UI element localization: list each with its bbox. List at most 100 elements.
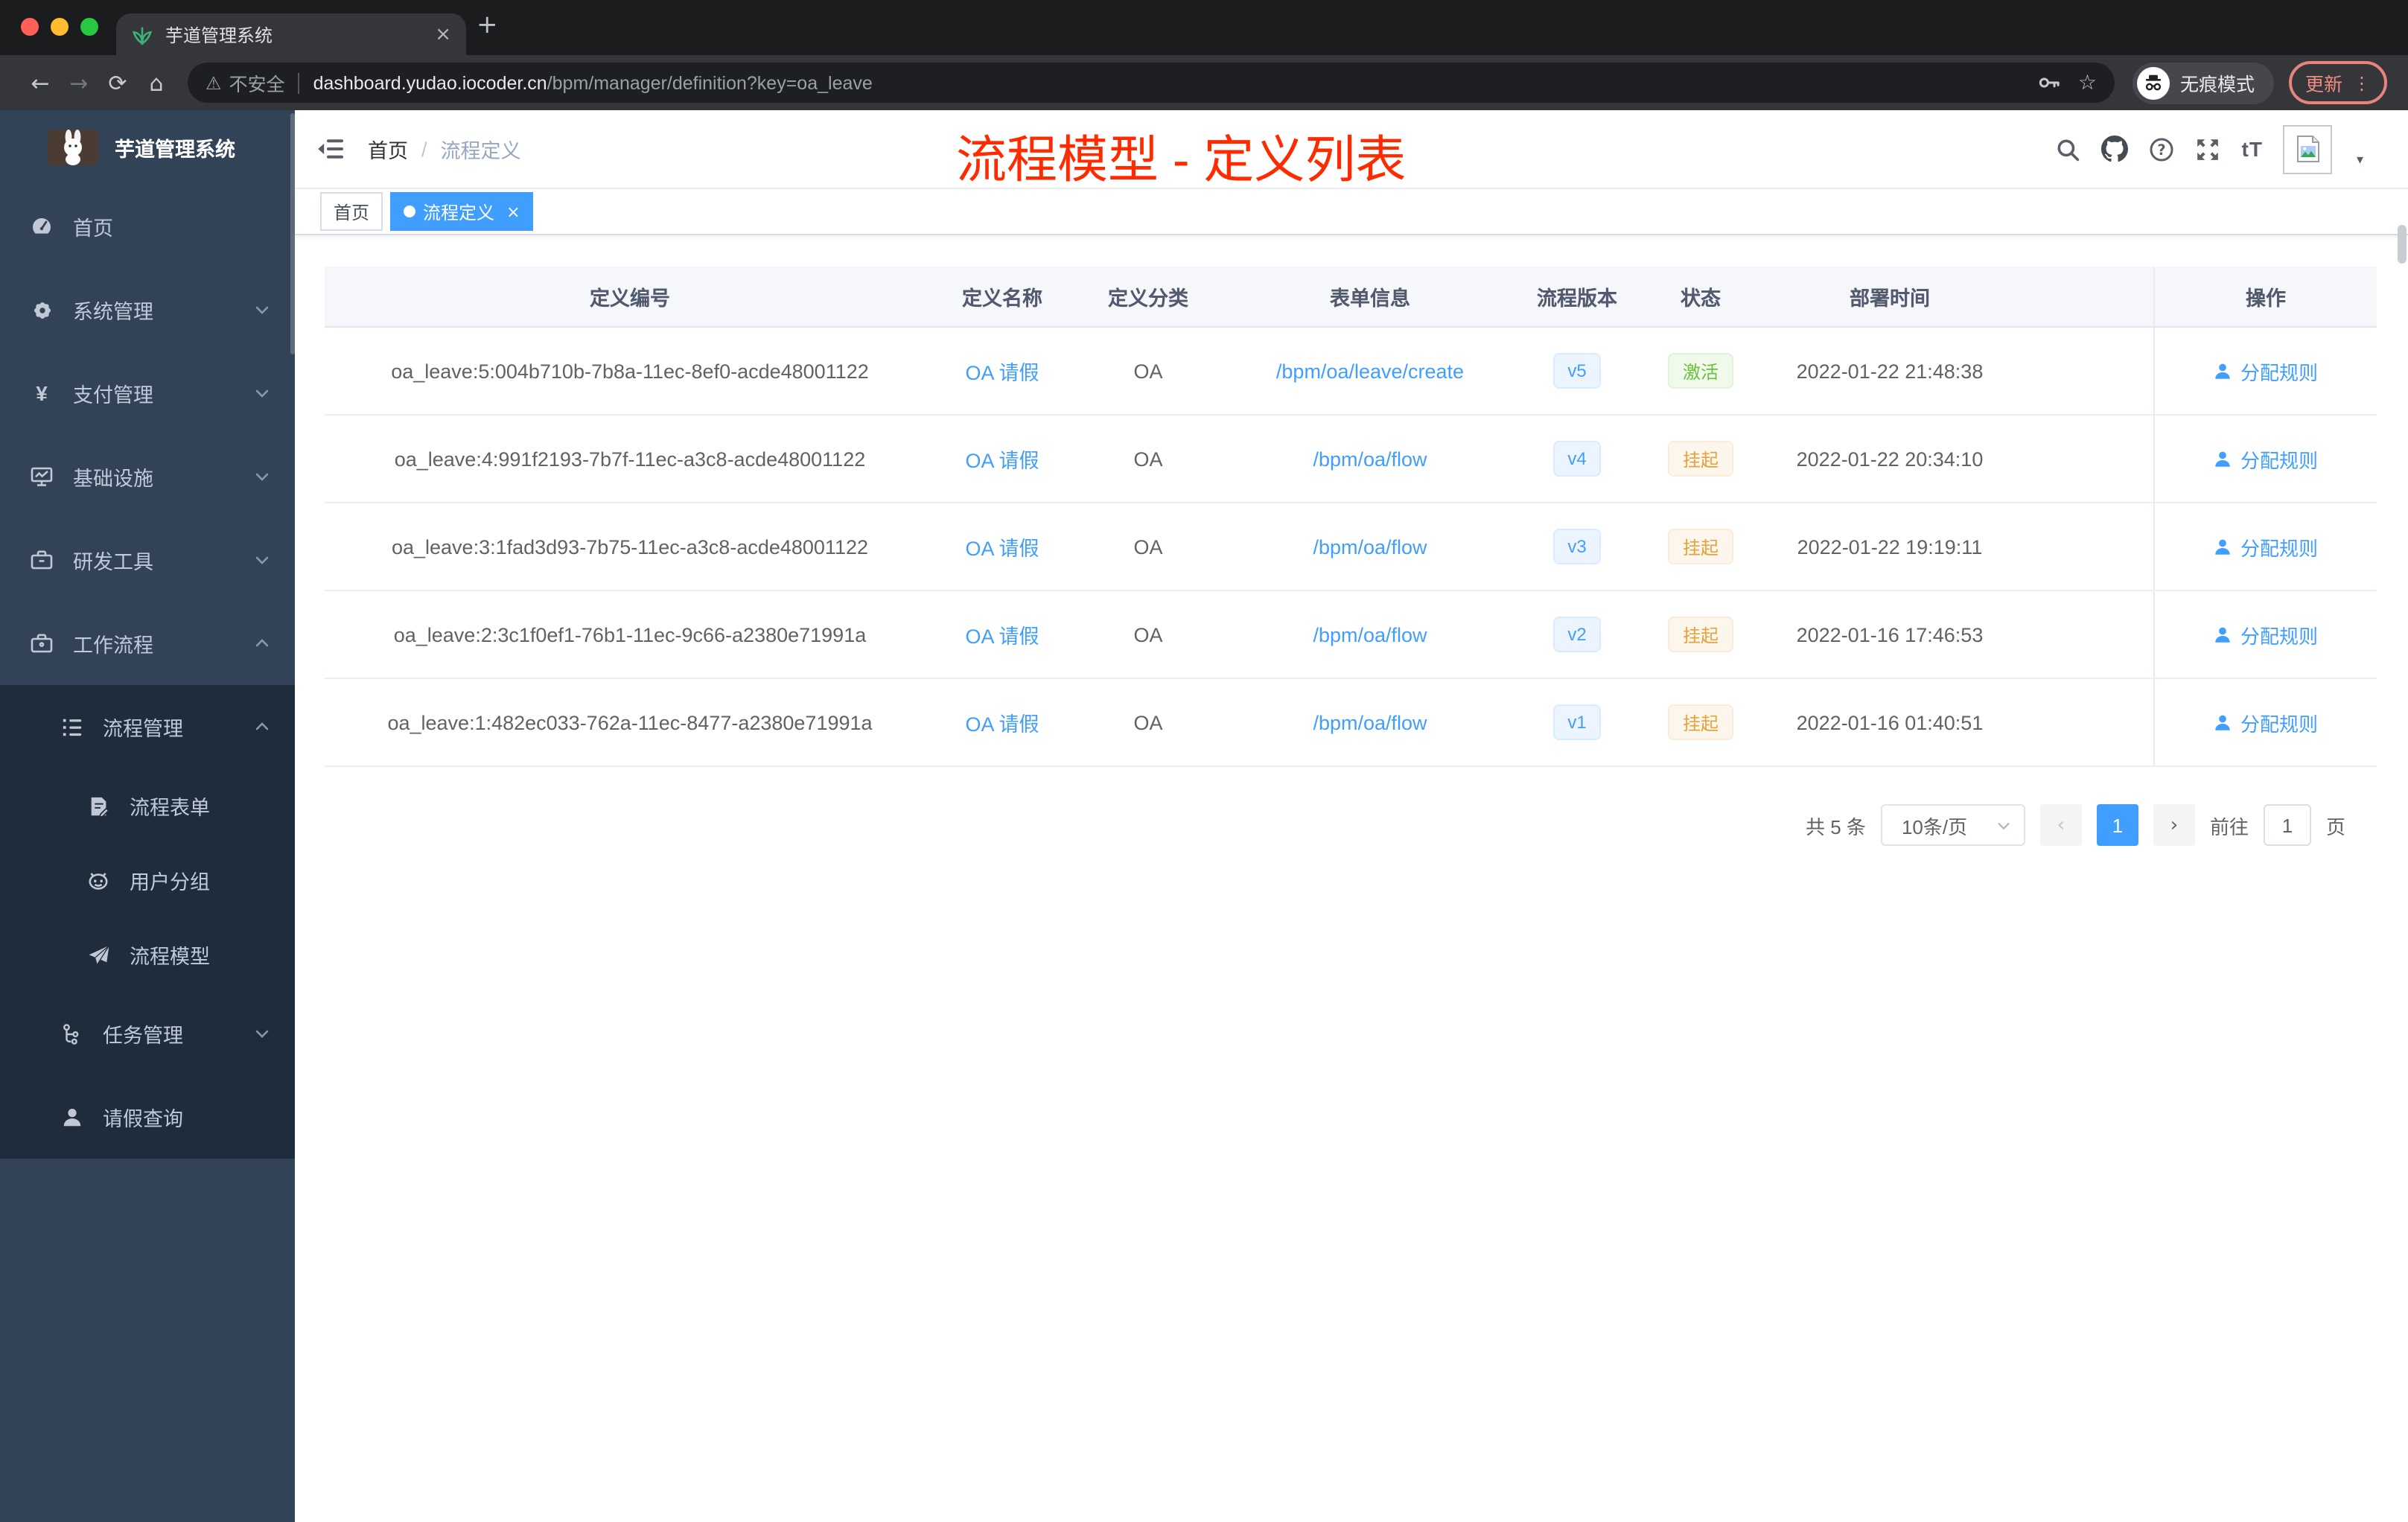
definition-name-link[interactable]: OA 请假 xyxy=(965,620,1039,649)
avatar[interactable] xyxy=(2283,124,2333,173)
cell-category: OA xyxy=(1133,535,1163,558)
security-label[interactable]: 不安全 xyxy=(229,69,285,97)
sidebar-item-payment[interactable]: ¥ 支付管理 xyxy=(0,351,295,435)
breadcrumb-current: 流程定义 xyxy=(440,140,521,162)
assign-rule-button[interactable]: 分配规则 xyxy=(2214,532,2318,561)
github-icon[interactable] xyxy=(2101,136,2129,162)
bookmark-star-icon[interactable]: ☆ xyxy=(2078,71,2097,95)
form-link[interactable]: /bpm/oa/flow xyxy=(1313,535,1427,558)
next-page-button[interactable]: › xyxy=(2153,804,2195,846)
sidebar-item-task-manage[interactable]: 任务管理 xyxy=(0,992,295,1075)
page-number-button[interactable]: 1 xyxy=(2096,804,2138,846)
prev-page-button[interactable]: ‹ xyxy=(2039,804,2082,846)
action-label: 分配规则 xyxy=(2240,537,2318,559)
definition-name-link[interactable]: OA 请假 xyxy=(965,444,1039,474)
sidebar-item-home[interactable]: 首页 xyxy=(0,185,295,268)
help-icon[interactable]: ? xyxy=(2150,136,2175,162)
monitor-icon xyxy=(30,465,54,488)
browser-menu-icon[interactable]: ⋮ xyxy=(2353,72,2371,93)
goto-page-input[interactable] xyxy=(2263,804,2311,846)
sidebar-logo[interactable]: 芋道管理系统 xyxy=(0,110,295,185)
assign-rule-button[interactable]: 分配规则 xyxy=(2214,357,2318,385)
form-link[interactable]: /bpm/oa/flow xyxy=(1313,623,1427,646)
close-window-button[interactable] xyxy=(21,18,39,36)
page-size-select[interactable]: 10条/页 xyxy=(1880,804,2025,846)
definition-name-link[interactable]: OA 请假 xyxy=(965,707,1039,737)
update-label[interactable]: 更新 xyxy=(2305,69,2342,97)
minimize-window-button[interactable] xyxy=(51,18,69,36)
action-label: 分配规则 xyxy=(2240,713,2318,735)
definition-name-link[interactable]: OA 请假 xyxy=(965,532,1039,561)
sidebar-item-process-form[interactable]: 流程表单 xyxy=(0,768,295,843)
sidebar-item-process-manage[interactable]: 流程管理 xyxy=(0,685,295,768)
search-icon[interactable] xyxy=(2056,136,2081,162)
col-filler xyxy=(2019,267,2153,326)
window-controls xyxy=(21,18,98,36)
avatar-caret-icon[interactable]: ▾ xyxy=(2357,153,2363,168)
sidebar-item-user-group[interactable]: 用户分组 xyxy=(0,843,295,917)
cell-definition-id: oa_leave:3:1fad3d93-7b75-11ec-a3c8-acde4… xyxy=(391,535,868,558)
assign-rule-button[interactable]: 分配规则 xyxy=(2214,708,2318,736)
screen: 芋道管理系统 × + ← → ⟳ ⌂ ⚠ 不安全 dashboard.yudao… xyxy=(0,0,2408,1522)
sidebar-item-leave-query[interactable]: 请假查询 xyxy=(0,1075,295,1159)
main-area: 流程模型 - 定义列表 首页 / 流程定义 ? tT ▾ 首页 流程定义 × 定… xyxy=(295,110,2408,1522)
breadcrumb-home[interactable]: 首页 xyxy=(368,134,408,164)
col-definition-id: 定义编号 xyxy=(590,287,670,310)
col-process-version: 流程版本 xyxy=(1537,287,1617,310)
sidebar-item-workflow[interactable]: 工作流程 xyxy=(0,602,295,685)
new-tab-button[interactable]: + xyxy=(477,10,498,40)
sidebar-toggle-icon[interactable] xyxy=(317,137,344,161)
reload-icon[interactable]: ⟳ xyxy=(98,69,137,96)
pagination-total: 共 5 条 xyxy=(1806,815,1866,838)
form-link[interactable]: /bpm/oa/leave/create xyxy=(1276,360,1464,382)
back-icon[interactable]: ← xyxy=(21,69,60,96)
select-chevron-icon xyxy=(1995,817,2012,833)
sidebar-item-label: 流程模型 xyxy=(130,946,210,968)
fullscreen-icon[interactable] xyxy=(2196,136,2221,162)
zoom-window-button[interactable] xyxy=(80,18,98,36)
definition-name-link[interactable]: OA 请假 xyxy=(965,356,1039,386)
plant-favicon-icon xyxy=(131,23,153,45)
col-deploy-time: 部署时间 xyxy=(1850,287,1930,310)
form-icon xyxy=(86,794,110,818)
tab-close-icon[interactable]: × xyxy=(435,23,451,45)
cell-definition-id: oa_leave:4:991f2193-7b7f-11ec-a3c8-acde4… xyxy=(394,448,866,470)
status-badge: 挂起 xyxy=(1667,617,1733,652)
url-path: /bpm/manager/definition?key=oa_leave xyxy=(547,72,873,93)
robot-icon xyxy=(86,868,110,892)
url-bar[interactable]: ⚠ 不安全 dashboard.yudao.iocoder.cn/bpm/man… xyxy=(188,63,2115,103)
browser-update-button[interactable]: 更新 ⋮ xyxy=(2288,61,2387,104)
sidebar-item-process-model[interactable]: 流程模型 xyxy=(0,917,295,992)
sidebar-item-infrastructure[interactable]: 基础设施 xyxy=(0,435,295,518)
assign-rule-button[interactable]: 分配规则 xyxy=(2214,620,2318,649)
form-link[interactable]: /bpm/oa/flow xyxy=(1313,711,1427,733)
page-scrollbar[interactable] xyxy=(2398,225,2407,264)
home-icon[interactable]: ⌂ xyxy=(137,69,176,96)
tag-label: 首页 xyxy=(334,202,370,223)
app-title: 芋道管理系统 xyxy=(115,138,235,161)
sidebar-item-devtools[interactable]: 研发工具 xyxy=(0,518,295,602)
sidebar-item-label: 任务管理 xyxy=(103,1025,183,1047)
font-size-icon[interactable]: tT xyxy=(2242,137,2263,161)
pagination: 共 5 条 10条/页 ‹ 1 › 前往 页 xyxy=(325,804,2345,846)
forward-icon[interactable]: → xyxy=(60,69,98,96)
goto-unit: 页 xyxy=(2325,815,2345,838)
form-link[interactable]: /bpm/oa/flow xyxy=(1313,448,1427,470)
password-key-icon[interactable] xyxy=(2038,71,2060,94)
browser-tab[interactable]: 芋道管理系统 × xyxy=(116,13,466,55)
cell-category: OA xyxy=(1133,623,1163,646)
briefcase-icon xyxy=(30,631,54,655)
tag-process-definition[interactable]: 流程定义 × xyxy=(390,192,534,231)
tag-home[interactable]: 首页 xyxy=(320,192,383,231)
sidebar-item-system[interactable]: 系统管理 xyxy=(0,268,295,351)
sidebar-item-label: 系统管理 xyxy=(73,301,153,323)
page-size-value: 10条/页 xyxy=(1901,815,1968,838)
cell-deploy-time: 2022-01-22 20:34:10 xyxy=(1796,448,1984,470)
active-dot xyxy=(404,206,416,217)
toolbox-icon xyxy=(30,548,54,572)
security-warning-icon: ⚠ xyxy=(206,72,222,93)
gear-icon xyxy=(30,298,54,322)
assign-rule-button[interactable]: 分配规则 xyxy=(2214,445,2318,473)
tag-close-icon[interactable]: × xyxy=(506,202,520,221)
tree-list-icon xyxy=(60,715,83,739)
